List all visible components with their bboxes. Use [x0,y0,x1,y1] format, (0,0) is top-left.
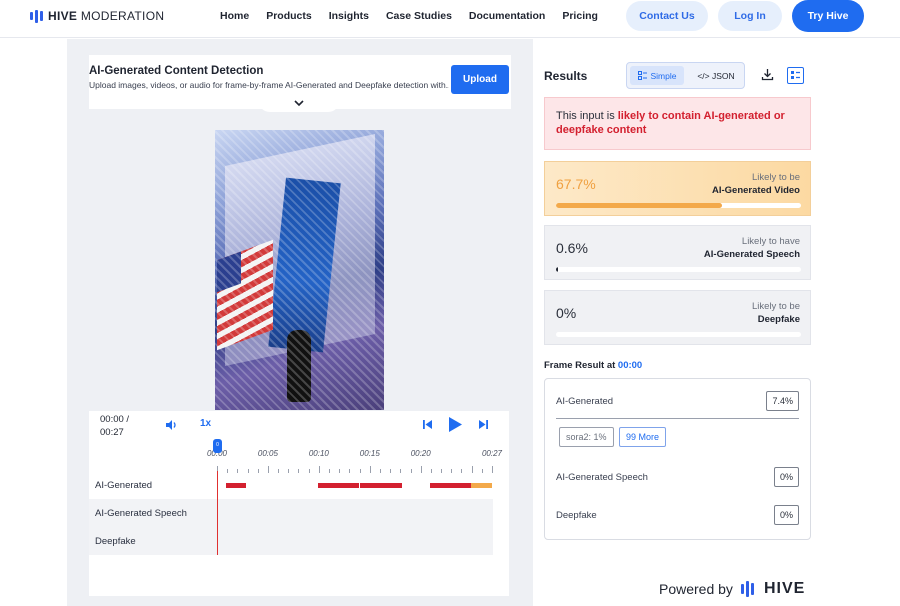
hive-logo[interactable]: HIVE MODERATION [30,9,164,23]
video-preview[interactable] [215,130,384,410]
detection-segment[interactable] [338,483,359,488]
frame-result-title: Frame Result at 00:00 [544,360,642,371]
main-nav: Home Products Insights Case Studies Docu… [220,10,615,22]
layout-view-icon[interactable] [787,67,804,84]
list-icon [637,71,647,80]
score-bar [556,267,801,272]
nav-home[interactable]: Home [220,10,249,22]
score-category: AI-Generated Video [712,185,800,196]
nav-case-studies[interactable]: Case Studies [386,10,452,22]
download-icon[interactable] [761,68,774,81]
detection-segment[interactable] [359,483,403,488]
simple-view-label: Simple [650,70,677,81]
track-ai-speech: AI-Generated Speech [89,499,493,527]
tool-description: Upload images, videos, or audio for fram… [89,80,449,90]
nav-documentation[interactable]: Documentation [469,10,545,22]
ruler-tick-label: 00:15 [359,449,380,458]
score-value: 0.6% [556,240,588,256]
simple-view-tab[interactable]: Simple [630,66,684,85]
playhead-label: 0 [216,442,219,448]
score-value: 0% [556,305,577,321]
hive-logo-icon [30,9,43,23]
playback-speed-button[interactable]: 1x [200,418,211,429]
detection-segment[interactable] [226,483,246,488]
hive-logo-icon [740,581,754,597]
timeline-ruler[interactable]: 00:00 00:05 00:10 00:15 00:20 00:27 [207,449,505,473]
score-card-deepfake: 0% Likely to be Deepfake [544,290,811,345]
playhead-handle[interactable]: 0 [213,439,222,453]
powered-by-footer: Powered by HIVE [659,580,805,598]
nav-products[interactable]: Products [266,10,312,22]
score-card-ai-speech: 0.6% Likely to have AI-Generated Speech [544,225,811,280]
current-time: 00:00 / [100,414,130,425]
score-bar [556,332,801,337]
frame-deepfake-value: 0% [773,505,799,525]
frame-result-card: AI-Generated 7.4% sora2: 1% 99 More AI-G… [544,378,811,540]
score-bar-fill [556,267,558,272]
track-label: AI-Generated Speech [95,508,187,519]
timeline-panel: 00:00 / 00:27 1x 00:00 00:05 00:10 00:15 00:… [89,411,509,596]
detection-segment[interactable] [429,483,472,488]
powered-by-text: Powered by [659,581,733,597]
logo-product: MODERATION [77,9,165,23]
verdict-banner: This input is likely to contain AI-gener… [544,97,811,150]
ruler-tick-label: 00:27 [481,449,503,458]
frame-ai-value: 7.4% [766,391,799,411]
frame-speech-label: AI-Generated Speech [556,472,648,483]
track-deepfake: Deepfake [89,527,493,555]
contact-us-button[interactable]: Contact Us [626,1,708,31]
skip-forward-icon[interactable] [478,419,489,430]
track-label: AI-Generated [95,480,153,491]
frame-deepfake-label: Deepfake [556,510,597,521]
ruler-tick-label: 00:20 [410,449,431,458]
frame-result-prefix: Frame Result at [544,360,618,371]
score-qualifier: Likely to have [741,236,800,247]
media-panel: AI-Generated Content Detection Upload im… [67,39,533,606]
tool-title: AI-Generated Content Detection [89,65,264,77]
frame-ai-label: AI-Generated [556,396,614,407]
model-chip-sora2[interactable]: sora2: 1% [559,427,614,447]
log-in-button[interactable]: Log In [718,1,782,31]
detection-segment[interactable] [470,483,492,488]
view-toggle: Simple </> JSON [626,62,745,89]
score-value: 67.7% [556,176,596,192]
track-label: Deepfake [95,536,136,547]
logo-brand: HIVE [48,9,78,23]
score-category: Deepfake [757,314,800,325]
analysis-overlay [215,130,384,410]
ruler-tick-label: 00:10 [308,449,329,458]
powered-by-brand: HIVE [763,580,806,597]
json-view-tab[interactable]: </> JSON [689,66,743,85]
detection-segment[interactable] [317,483,339,488]
skip-back-icon[interactable] [422,419,433,430]
volume-icon[interactable] [165,419,178,431]
collapse-toggle[interactable] [258,95,340,112]
score-qualifier: Likely to be [751,172,800,183]
nav-pricing[interactable]: Pricing [562,10,598,22]
score-category: AI-Generated Speech [703,249,800,260]
nav-insights[interactable]: Insights [329,10,369,22]
upload-button[interactable]: Upload [451,65,509,94]
play-icon[interactable] [448,416,463,433]
total-duration: 00:27 [100,427,124,438]
results-title: Results [544,69,588,83]
score-bar-fill [556,203,722,208]
playhead-line [217,471,218,555]
score-bar [556,203,801,208]
chevron-down-icon [294,100,304,107]
frame-result-time: 00:00 [617,360,643,371]
verdict-prefix: This input is [556,110,618,122]
score-qualifier: Likely to be [751,301,800,312]
try-hive-button[interactable]: Try Hive [792,0,864,32]
ruler-tick-label: 00:05 [257,449,278,458]
time-readout: 00:00 / 00:27 [100,413,129,439]
score-card-ai-video: 67.7% Likely to be AI-Generated Video [544,161,811,216]
divider [556,418,799,419]
frame-speech-value: 0% [773,467,799,487]
top-header: HIVE MODERATION Home Products Insights C… [0,0,900,38]
more-models-chip[interactable]: 99 More [619,427,667,447]
